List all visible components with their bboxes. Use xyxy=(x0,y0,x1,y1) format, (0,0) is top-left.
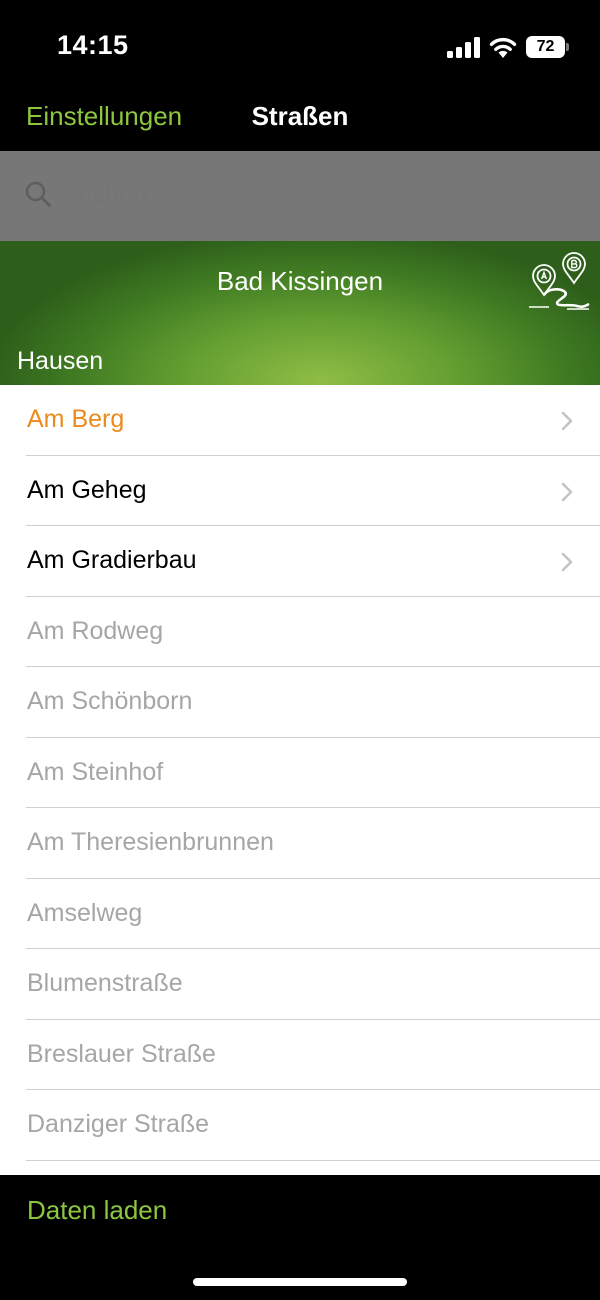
battery-tip xyxy=(566,43,569,51)
status-bar: 14:15 72 xyxy=(0,0,600,95)
location-title: Bad Kissingen xyxy=(216,266,384,296)
load-data-button[interactable]: Daten laden xyxy=(27,1195,167,1226)
location-banner: Bad Kissingen Hausen xyxy=(0,241,600,385)
status-time: 14:15 xyxy=(57,30,129,60)
street-name: Am Schönborn xyxy=(27,687,193,715)
list-item-am-gradierbau[interactable]: Am Gradierbau xyxy=(0,526,600,597)
section-header-hausen: Hausen xyxy=(17,347,104,375)
street-name: Danziger Straße xyxy=(27,1110,210,1138)
street-name: Amselweg xyxy=(27,898,143,927)
list-item-am-schoenborn: Am Schönborn xyxy=(0,667,600,738)
wifi-icon xyxy=(489,37,517,58)
street-name: Am Rodweg xyxy=(27,616,164,645)
chevron-right-icon xyxy=(561,411,573,431)
list-item-breslauer-strasse: Breslauer Straße xyxy=(0,1020,600,1090)
battery-icon: 72 xyxy=(526,36,570,58)
list-item-amselweg: Amselweg xyxy=(0,879,600,949)
navigation-bar: Einstellungen Straßen xyxy=(0,95,600,151)
list-item-am-rodweg: Am Rodweg xyxy=(0,597,600,667)
street-list: Am Berg Am Geheg Am Gradierbau Am Rodweg… xyxy=(0,385,600,1175)
chevron-right-icon xyxy=(561,482,573,501)
street-name: Blumenstraße xyxy=(27,969,183,997)
bottom-toolbar: Daten laden xyxy=(0,1175,600,1300)
street-name: Am Geheg xyxy=(27,475,147,504)
list-item-am-theresienbrunnen: Am Theresienbrunnen xyxy=(0,808,600,879)
street-name: Am Steinhof xyxy=(27,757,164,786)
route-a-to-b-icon[interactable] xyxy=(527,252,591,312)
home-indicator[interactable] xyxy=(193,1278,407,1286)
list-item-am-berg[interactable]: Am Berg xyxy=(0,385,600,456)
search-input[interactable] xyxy=(62,178,562,214)
street-name: Am Theresienbrunnen xyxy=(27,828,274,856)
street-name: Am Gradierbau xyxy=(27,546,197,574)
chevron-right-icon xyxy=(561,552,573,572)
street-name: Am Berg xyxy=(27,405,125,433)
page-title: Straßen xyxy=(251,101,349,131)
list-item-am-geheg[interactable]: Am Geheg xyxy=(0,456,600,526)
street-name: Breslauer Straße xyxy=(27,1039,216,1068)
search-icon xyxy=(25,181,51,207)
list-item-partial xyxy=(0,1161,600,1176)
list-item-am-steinhof: Am Steinhof xyxy=(0,738,600,808)
list-item-blumenstrasse: Blumenstraße xyxy=(0,949,600,1020)
battery-level: 72 xyxy=(526,36,565,58)
list-item-danziger-strasse: Danziger Straße xyxy=(0,1090,600,1161)
cellular-signal-icon xyxy=(447,37,480,58)
